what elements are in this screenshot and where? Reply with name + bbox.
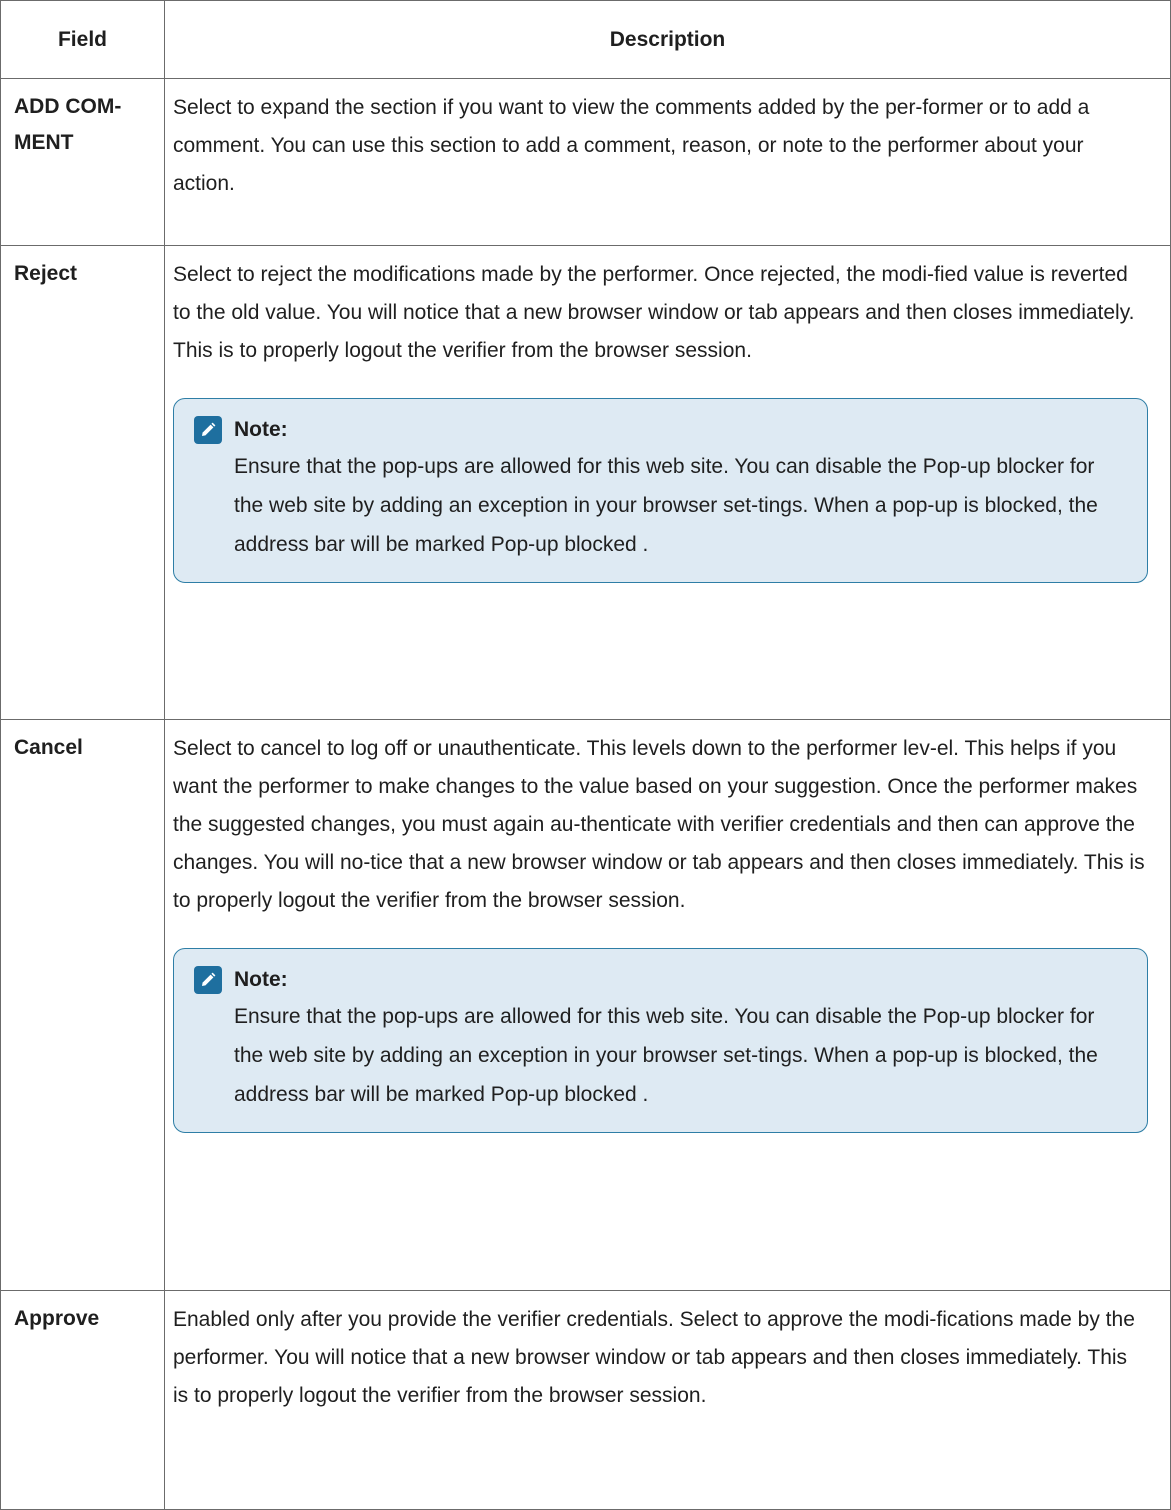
field-name-text: Approve: [14, 1307, 100, 1330]
note-label: Note:: [234, 968, 288, 991]
note-header: Note:: [194, 965, 1127, 995]
note-callout: Note: Ensure that the pop-ups are allowe…: [173, 398, 1148, 583]
field-name-text: Cancel: [14, 736, 83, 759]
description-text: Select to cancel to log off or unauthent…: [173, 737, 1145, 912]
table-row-approve: Approve Enabled only after you provide t…: [0, 1290, 1171, 1510]
description-cell: Select to reject the modifications made …: [164, 245, 1171, 720]
table-header-row: Field Description: [0, 0, 1171, 79]
note-header: Note:: [194, 415, 1127, 445]
description-cell: Enabled only after you provide the verif…: [164, 1290, 1171, 1510]
header-description: Description: [164, 0, 1171, 79]
description-text: Select to reject the modifications made …: [173, 263, 1135, 362]
field-name: Approve: [0, 1290, 165, 1510]
description-text: Enabled only after you provide the verif…: [173, 1308, 1135, 1407]
pencil-note-icon: [194, 966, 222, 994]
table-row-add-comment: ADD COM-MENT Select to expand the sectio…: [0, 78, 1171, 246]
note-label: Note:: [234, 418, 288, 441]
description-text: Select to expand the section if you want…: [173, 96, 1090, 195]
note-text: Ensure that the pop-ups are allowed for …: [234, 1005, 1098, 1106]
field-name-text: ADD COM-MENT: [14, 95, 122, 154]
pencil-note-icon: [194, 416, 222, 444]
table-row-reject: Reject Select to reject the modification…: [0, 245, 1171, 720]
field-name: Cancel: [0, 719, 165, 1291]
field-description-table: Field Description ADD COM-MENT Select to…: [0, 0, 1171, 1510]
header-field: Field: [0, 0, 165, 79]
field-name-text: Reject: [14, 262, 78, 285]
table-row-cancel: Cancel Select to cancel to log off or un…: [0, 719, 1171, 1291]
description-cell: Select to expand the section if you want…: [164, 78, 1171, 246]
field-name: Reject: [0, 245, 165, 720]
field-name: ADD COM-MENT: [0, 78, 165, 246]
note-callout: Note: Ensure that the pop-ups are allowe…: [173, 948, 1148, 1133]
note-text: Ensure that the pop-ups are allowed for …: [234, 455, 1098, 556]
description-cell: Select to cancel to log off or unauthent…: [164, 719, 1171, 1291]
